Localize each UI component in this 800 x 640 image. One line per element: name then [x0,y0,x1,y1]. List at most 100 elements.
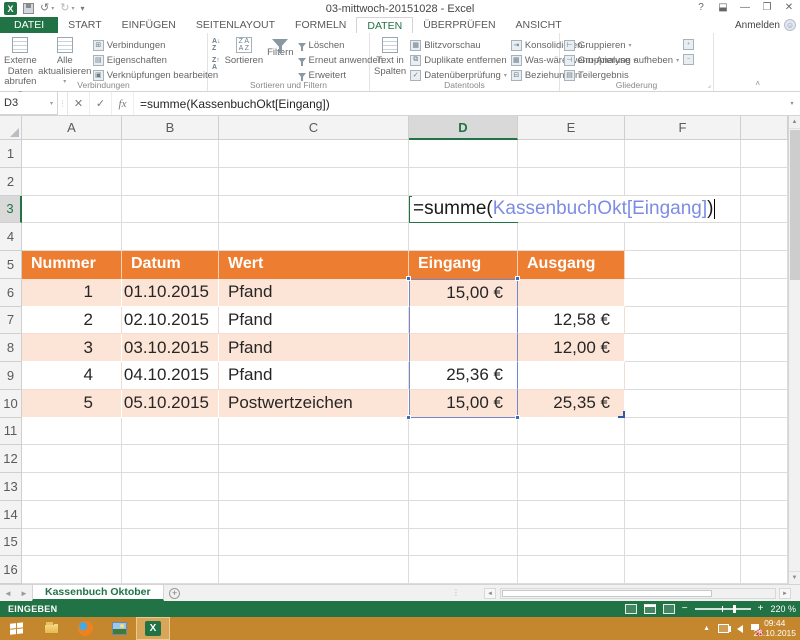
cell-D6[interactable]: 15,00 € [409,279,518,307]
cell-C15[interactable] [219,529,409,557]
cell-B5[interactable]: Datum [122,251,219,279]
zoom-level[interactable]: 220 % [770,604,796,614]
photo-viewer-button[interactable] [102,617,136,640]
tab-einfuegen[interactable]: EINFÜGEN [112,17,186,33]
sign-in[interactable]: Anmelden ☺ [735,17,796,33]
cell-A9[interactable]: 4 [22,362,122,390]
sheet-tab-kassenbuch[interactable]: Kassenbuch Oktober [32,585,164,601]
cell-D2[interactable] [409,168,518,196]
speaker-icon[interactable] [737,625,743,633]
cell-F6-partial[interactable] [741,279,788,307]
row-header-6[interactable]: 6 [0,279,22,307]
table-resize-handle[interactable] [618,411,625,418]
page-break-view-icon[interactable] [663,604,675,614]
cell-C1[interactable] [219,140,409,168]
range-handle[interactable] [515,415,520,420]
cell-D9[interactable]: 25,36 € [409,362,518,390]
row-header-13[interactable]: 13 [0,473,22,501]
filter-button[interactable]: Filtern [267,36,293,59]
cell-A11[interactable] [22,418,122,446]
cell-F2-partial[interactable] [741,168,788,196]
cell-F9[interactable] [625,362,741,390]
remove-duplicates-button[interactable]: ⧉Duplikate entfernen [410,53,507,67]
cell-C4[interactable] [219,223,409,251]
cell-F2[interactable] [625,168,741,196]
cell-C14[interactable] [219,501,409,529]
cell-E16[interactable] [518,556,625,584]
tab-ueberpruefen[interactable]: ÜBERPRÜFEN [413,17,505,33]
cell-B8[interactable]: 03.10.2015 [122,334,219,362]
formula-bar-expand-icon[interactable]: ▾ [784,92,800,115]
cell-A7[interactable]: 2 [22,307,122,335]
cell-F16-partial[interactable] [741,556,788,584]
cell-F10-partial[interactable] [741,390,788,418]
cell-F11-partial[interactable] [741,418,788,446]
column-header-D[interactable]: D [409,116,518,140]
cell-C11[interactable] [219,418,409,446]
column-header-A[interactable]: A [22,116,122,140]
column-header-B[interactable]: B [122,116,219,140]
cell-C12[interactable] [219,445,409,473]
properties-button[interactable]: ▤Eigenschaften [93,53,218,67]
excel-taskbar-button[interactable]: X [136,617,170,640]
minimize-icon[interactable]: — [736,0,754,15]
normal-view-icon[interactable] [625,604,637,614]
range-handle[interactable] [406,276,411,281]
cell-F4-partial[interactable] [741,223,788,251]
formula-input[interactable]: =summe(KassenbuchOkt[Eingang]) [134,92,784,115]
cell-A10[interactable]: 5 [22,390,122,418]
zoom-slider-thumb[interactable] [733,605,736,613]
sheet-nav-left-icon[interactable]: ◄ [0,585,16,601]
cell-F9-partial[interactable] [741,362,788,390]
name-box[interactable]: D3 ▾ [0,92,58,115]
sheet-nav-right-icon[interactable]: ► [16,585,32,601]
cell-B2[interactable] [122,168,219,196]
zoom-slider[interactable] [695,608,751,610]
cell-B3[interactable] [122,196,219,224]
cell-B11[interactable] [122,418,219,446]
cell-B9[interactable]: 04.10.2015 [122,362,219,390]
cell-F15-partial[interactable] [741,529,788,557]
connections-button[interactable]: ⊞Verbindungen [93,38,218,52]
cell-A8[interactable]: 3 [22,334,122,362]
cell-E12[interactable] [518,445,625,473]
cancel-icon[interactable]: ✕ [68,92,90,115]
cell-E9[interactable] [518,362,625,390]
cell-D16[interactable] [409,556,518,584]
show-detail-icon[interactable]: ⁺ [683,39,694,50]
cell-F1[interactable] [625,140,741,168]
horizontal-scrollbar[interactable] [500,588,776,599]
cell-F12-partial[interactable] [741,445,788,473]
scroll-up-icon[interactable]: ▲ [789,116,800,129]
insert-function-icon[interactable]: fx [112,92,134,115]
cell-B1[interactable] [122,140,219,168]
cell-F12[interactable] [625,445,741,473]
cell-D11[interactable] [409,418,518,446]
zoom-in-icon[interactable]: + [758,604,764,614]
cell-E14[interactable] [518,501,625,529]
tab-splitter[interactable]: ⋮ [452,588,461,597]
cell-F13-partial[interactable] [741,473,788,501]
cell-C16[interactable] [219,556,409,584]
cell-B12[interactable] [122,445,219,473]
horizontal-scroll-thumb[interactable] [502,590,712,597]
cell-F3-partial[interactable] [741,196,788,224]
cell-E8[interactable]: 12,00 € [518,334,625,362]
show-hidden-icons-icon[interactable]: ▲ [703,625,710,632]
cell-A4[interactable] [22,223,122,251]
cell-C5[interactable]: Wert [219,251,409,279]
cell-E7[interactable]: 12,58 € [518,307,625,335]
cell-C7[interactable]: Pfand [219,307,409,335]
sort-za-icon[interactable]: Z↑A [212,57,221,71]
range-handle[interactable] [406,415,411,420]
cell-B10[interactable]: 05.10.2015 [122,390,219,418]
text-to-columns-button[interactable]: Text in Spalten [374,36,406,77]
cell-E10[interactable]: 25,35 € [518,390,625,418]
cell-F15[interactable] [625,529,741,557]
row-header-1[interactable]: 1 [0,140,22,168]
cell-D4[interactable] [409,223,518,251]
enter-icon[interactable]: ✓ [90,92,112,115]
cell-D13[interactable] [409,473,518,501]
cell-F11[interactable] [625,418,741,446]
cell-D15[interactable] [409,529,518,557]
